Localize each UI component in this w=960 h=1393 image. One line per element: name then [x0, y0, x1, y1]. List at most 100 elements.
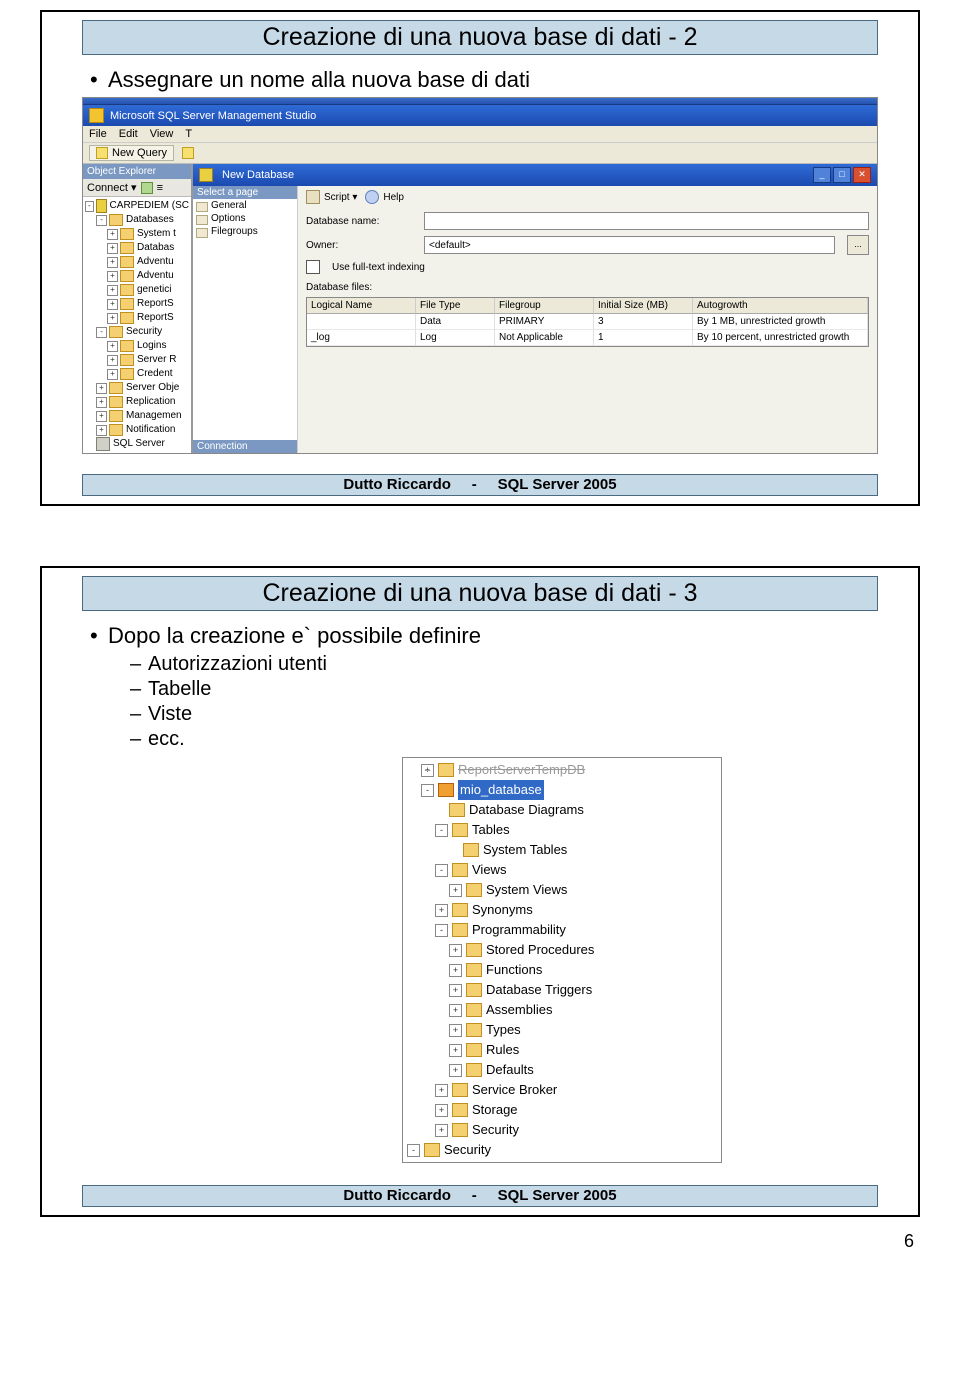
menu-edit[interactable]: Edit — [119, 128, 138, 140]
tree-item[interactable]: +Notification — [85, 423, 189, 437]
cell[interactable]: Data — [416, 314, 495, 330]
close-button[interactable]: ✕ — [853, 167, 871, 183]
menu-more[interactable]: T — [185, 128, 192, 140]
tree-item[interactable]: +Database Triggers — [407, 980, 717, 1000]
slide1-body: Assegnare un nome alla nuova base di dat… — [42, 61, 918, 468]
tree-item[interactable]: +Rules — [407, 1040, 717, 1060]
toolbar-icon[interactable] — [182, 147, 194, 159]
files-grid[interactable]: Logical Name File Type Filegroup Initial… — [306, 297, 869, 347]
tree-item[interactable]: +Managemen — [85, 409, 189, 423]
menu-file[interactable]: File — [89, 128, 107, 140]
refresh-icon[interactable] — [141, 182, 153, 194]
tree-label: Service Broker — [472, 1080, 557, 1100]
cell[interactable]: 3 — [594, 314, 693, 330]
fulltext-label: Use full-text indexing — [332, 262, 425, 273]
tree-sqlagent[interactable]: SQL Server — [85, 437, 189, 451]
oe-tree[interactable]: -CARPEDIEM (SC -Databases +System t +Dat… — [83, 197, 191, 453]
folder-icon — [109, 382, 123, 394]
tree-item[interactable]: +Functions — [407, 960, 717, 980]
tree-item[interactable]: -Tables — [407, 820, 717, 840]
menu-view[interactable]: View — [150, 128, 174, 140]
script-button[interactable]: Script ▾ — [306, 190, 357, 204]
owner-browse-button[interactable]: ... — [847, 235, 869, 255]
tree-item[interactable]: +ReportS — [85, 297, 189, 311]
cell[interactable]: Log — [416, 330, 495, 346]
folder-icon — [466, 983, 482, 997]
folder-icon — [120, 270, 134, 282]
tree-item[interactable]: +Synonyms — [407, 900, 717, 920]
tree-selected-db[interactable]: -mio_database — [407, 780, 717, 800]
ssms-topbar — [83, 98, 877, 105]
minimize-button[interactable]: _ — [813, 167, 831, 183]
maximize-button[interactable]: □ — [833, 167, 851, 183]
files-label: Database files: — [306, 282, 869, 293]
cell[interactable]: Not Applicable — [495, 330, 594, 346]
tree-item[interactable]: -Views — [407, 860, 717, 880]
page-options[interactable]: Options — [193, 212, 297, 225]
tree-item[interactable]: +Credent — [85, 367, 189, 381]
database-tree[interactable]: +ReportServerTempDB -mio_database Databa… — [402, 757, 722, 1163]
tree-item[interactable]: +System Views — [407, 880, 717, 900]
folder-icon — [120, 312, 134, 324]
folder-icon — [109, 424, 123, 436]
tree-item[interactable]: +Stored Procedures — [407, 940, 717, 960]
dbname-label: Database name: — [306, 216, 416, 227]
new-query-label: New Query — [112, 147, 167, 159]
grid-row[interactable]: Data PRIMARY 3 By 1 MB, unrestricted gro… — [307, 314, 868, 330]
tree-security-bottom[interactable]: -Security — [407, 1140, 717, 1160]
tree-item[interactable]: +Storage — [407, 1100, 717, 1120]
script-icon — [306, 190, 320, 204]
new-query-button[interactable]: New Query — [89, 145, 174, 161]
connect-button[interactable]: Connect ▾ — [87, 181, 137, 194]
cell[interactable]: _log — [307, 330, 416, 346]
owner-label: Owner: — [306, 240, 416, 251]
ssms-app-icon — [89, 108, 104, 123]
help-button[interactable]: Help — [365, 190, 404, 204]
tree-item[interactable]: +ReportS — [85, 311, 189, 325]
dbname-input[interactable] — [424, 212, 869, 230]
cell[interactable]: By 1 MB, unrestricted growth — [693, 314, 868, 330]
tree-item[interactable]: +Assemblies — [407, 1000, 717, 1020]
tree-item[interactable]: +Types — [407, 1020, 717, 1040]
tree-item[interactable]: +Adventu — [85, 269, 189, 283]
page-general[interactable]: General — [193, 199, 297, 212]
folder-icon — [452, 863, 468, 877]
fulltext-checkbox[interactable] — [306, 260, 320, 274]
agent-icon — [96, 437, 110, 451]
cell[interactable] — [307, 314, 416, 330]
tree-server[interactable]: -CARPEDIEM (SC — [85, 199, 189, 213]
owner-input[interactable] — [424, 236, 835, 254]
tree-item[interactable]: +System t — [85, 227, 189, 241]
hdr-logical: Logical Name — [307, 298, 416, 314]
tree-item[interactable]: System Tables — [407, 840, 717, 860]
tree-item[interactable]: Database Diagrams — [407, 800, 717, 820]
cell[interactable]: 1 — [594, 330, 693, 346]
tree-item[interactable]: +Server R — [85, 353, 189, 367]
tree-databases[interactable]: -Databases — [85, 213, 189, 227]
ssms-app-title: Microsoft SQL Server Management Studio — [110, 110, 316, 122]
cell[interactable]: By 10 percent, unrestricted growth — [693, 330, 868, 346]
select-page-header: Select a page — [193, 186, 297, 199]
cell[interactable]: PRIMARY — [495, 314, 594, 330]
tree-item[interactable]: +Service Broker — [407, 1080, 717, 1100]
page-number: 6 — [0, 1231, 960, 1252]
page-filegroups[interactable]: Filegroups — [193, 225, 297, 238]
tree-item[interactable]: -Programmability — [407, 920, 717, 940]
tree-item[interactable]: +Logins — [85, 339, 189, 353]
tree-item[interactable]: +Databas — [85, 241, 189, 255]
dbname-row: Database name: — [306, 212, 869, 230]
grid-header: Logical Name File Type Filegroup Initial… — [307, 298, 868, 314]
selected-db-label: mio_database — [458, 780, 544, 800]
tree-item[interactable]: +Security — [407, 1120, 717, 1140]
tree-item[interactable]: +genetici — [85, 283, 189, 297]
hdr-initsize: Initial Size (MB) — [594, 298, 693, 314]
tree-item[interactable]: +Adventu — [85, 255, 189, 269]
tree-item[interactable]: +Server Obje — [85, 381, 189, 395]
tree-item[interactable]: +Defaults — [407, 1060, 717, 1080]
tree-label: Database Diagrams — [469, 800, 584, 820]
folder-icon — [120, 284, 134, 296]
grid-row[interactable]: _log Log Not Applicable 1 By 10 percent,… — [307, 330, 868, 346]
tree-security[interactable]: -Security — [85, 325, 189, 339]
tree-item[interactable]: +Replication — [85, 395, 189, 409]
folder-icon — [120, 368, 134, 380]
